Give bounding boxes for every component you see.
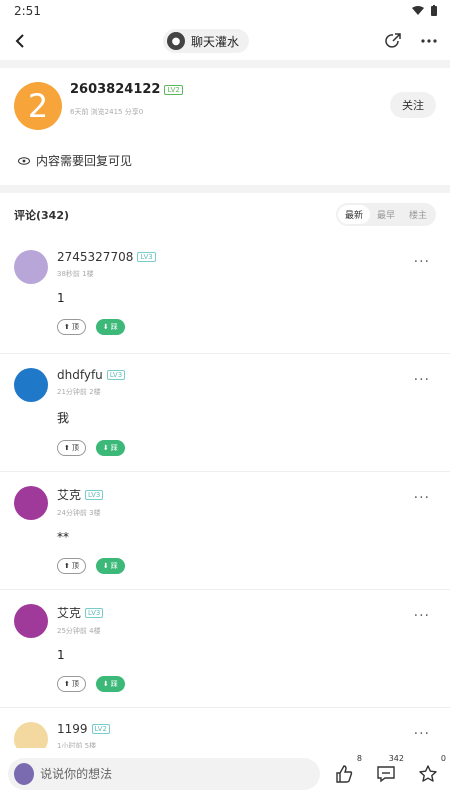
- commenter-avatar[interactable]: [14, 604, 48, 638]
- eye-icon: [18, 156, 30, 165]
- arrow-up-icon: ⬆: [64, 680, 70, 688]
- comments-title: 评论(342): [14, 208, 70, 222]
- downvote-button[interactable]: ⬇ 踩: [95, 558, 125, 574]
- author-name-row: 2603824122 LV2: [70, 82, 390, 97]
- comment-more-icon[interactable]: ···: [414, 372, 430, 388]
- comment-meta: 24分钟前 3楼: [57, 509, 101, 517]
- comment-input-wrapper[interactable]: [8, 758, 320, 790]
- board-name: 聊天灌水: [190, 34, 239, 49]
- battery-icon: [431, 5, 437, 16]
- comment-item: 艾克 LV3 24分钟前 3楼 ** ⬆ 顶 ⬇ 踩 ···: [0, 472, 450, 590]
- hidden-content-text: 内容需要回复可见: [36, 154, 133, 168]
- star-icon: [419, 765, 437, 782]
- comment-more-icon[interactable]: ···: [414, 490, 430, 506]
- upvote-button[interactable]: ⬆ 顶: [57, 676, 86, 692]
- like-count: 8: [356, 754, 362, 763]
- board-chip[interactable]: ● 聊天灌水: [162, 29, 249, 53]
- comment-text: 我: [57, 411, 70, 425]
- arrow-down-icon: ⬇: [102, 444, 109, 452]
- status-time: 2:51: [14, 4, 41, 18]
- comment-meta: 21分钟前 2楼: [57, 388, 101, 396]
- author-name[interactable]: 2603824122: [70, 82, 160, 97]
- divider: [0, 185, 450, 193]
- sort-oldest-tab[interactable]: 最早: [370, 205, 402, 224]
- comment-icon: [377, 766, 395, 783]
- comment-item: dhdfyfu LV3 21分钟前 2楼 我 ⬆ 顶 ⬇ 踩 ···: [0, 354, 450, 472]
- level-badge: LV2: [91, 724, 110, 734]
- more-icon[interactable]: [420, 38, 438, 44]
- favorite-button[interactable]: 0: [414, 754, 446, 788]
- arrow-down-icon: ⬇: [102, 562, 109, 570]
- comment-meta: 38秒前 1楼: [57, 270, 94, 278]
- commenter-name[interactable]: dhdfyfu: [57, 368, 103, 382]
- arrow-up-icon: ⬆: [64, 562, 70, 570]
- hidden-content-notice: 内容需要回复可见: [0, 138, 450, 185]
- sort-newest-tab[interactable]: 最新: [337, 205, 370, 224]
- level-badge: LV2: [164, 84, 183, 95]
- comment-text: 1: [57, 648, 65, 662]
- level-badge: LV3: [106, 370, 126, 380]
- commenter-name[interactable]: 1199: [57, 722, 88, 736]
- sort-op-tab[interactable]: 楼主: [402, 205, 434, 224]
- downvote-button[interactable]: ⬇ 踩: [95, 676, 125, 692]
- like-button[interactable]: 8: [330, 754, 362, 788]
- comment-meta: 25分钟前 4楼: [57, 627, 101, 635]
- comment-more-icon[interactable]: ···: [414, 726, 430, 742]
- post-header: 2 2603824122 LV2 6天前 浏览2415 分享0 关注: [0, 68, 450, 138]
- top-bar: ● 聊天灌水: [0, 22, 450, 60]
- comment-item: 艾克 LV3 25分钟前 4楼 1 ⬆ 顶 ⬇ 踩 ···: [0, 590, 450, 708]
- comment-more-icon[interactable]: ···: [414, 608, 430, 624]
- comment-item: 2745327708 LV3 38秒前 1楼 1 ⬆ 顶 ⬇ 踩 ···: [0, 236, 450, 354]
- comment-list: 2745327708 LV3 38秒前 1楼 1 ⬆ 顶 ⬇ 踩 ··· dhdfyf…: [0, 236, 450, 800]
- board-avatar-icon: ●: [166, 32, 185, 50]
- comment-more-icon[interactable]: ···: [414, 254, 430, 270]
- comment-input[interactable]: [40, 767, 314, 781]
- sort-segmented-control: 最新 最早 楼主: [335, 203, 436, 226]
- comment-count: 342: [388, 754, 404, 763]
- commenter-avatar[interactable]: [14, 250, 48, 284]
- post-stats: 6天前 浏览2415 分享0: [70, 108, 144, 116]
- commenter-avatar[interactable]: [14, 486, 48, 520]
- comment-text: **: [57, 530, 69, 544]
- favorite-count: 0: [440, 754, 446, 763]
- arrow-up-icon: ⬆: [64, 444, 70, 452]
- arrow-down-icon: ⬇: [102, 323, 109, 331]
- upvote-button[interactable]: ⬆ 顶: [57, 440, 86, 456]
- share-icon[interactable]: [384, 32, 402, 50]
- arrow-up-icon: ⬆: [64, 323, 70, 331]
- thumbs-up-icon: [336, 765, 353, 783]
- wifi-icon: [412, 6, 424, 15]
- bottom-bar: 8 342 0: [0, 748, 450, 800]
- level-badge: LV3: [85, 607, 104, 618]
- status-bar: 2:51: [0, 0, 450, 22]
- upvote-button[interactable]: ⬆ 顶: [57, 319, 86, 335]
- commenter-name[interactable]: 2745327708: [57, 250, 133, 264]
- comment-text: 1: [57, 291, 65, 305]
- follow-button[interactable]: 关注: [390, 92, 436, 118]
- arrow-down-icon: ⬇: [102, 680, 109, 688]
- comments-header: 评论(342) 最新 最早 楼主: [0, 193, 450, 236]
- commenter-name[interactable]: 艾克: [57, 604, 81, 621]
- commenter-name[interactable]: 艾克: [57, 486, 81, 503]
- author-avatar[interactable]: 2: [14, 82, 62, 130]
- upvote-button[interactable]: ⬆ 顶: [57, 558, 86, 574]
- commenter-avatar[interactable]: [14, 368, 48, 402]
- back-icon[interactable]: [12, 33, 28, 49]
- divider: [0, 60, 450, 68]
- comment-button[interactable]: 342: [372, 754, 404, 788]
- level-badge: LV3: [137, 252, 156, 262]
- downvote-button[interactable]: ⬇ 踩: [95, 440, 125, 456]
- level-badge: LV3: [85, 489, 104, 500]
- downvote-button[interactable]: ⬇ 踩: [95, 319, 125, 335]
- my-avatar: [14, 763, 35, 785]
